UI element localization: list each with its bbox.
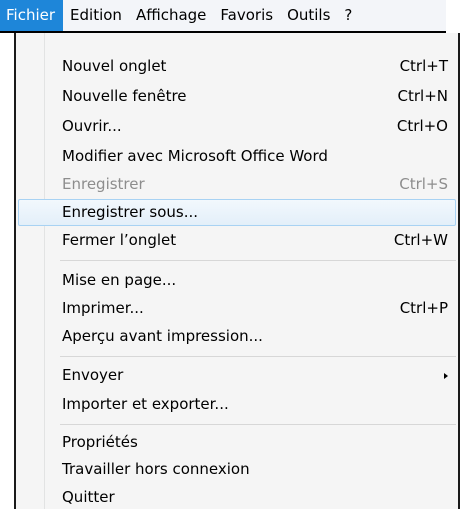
menu-item-importer-exporter[interactable]: Importer et exporter...	[18, 391, 456, 418]
menu-item-shortcut: Ctrl+T	[399, 57, 448, 75]
menu-separator	[60, 356, 456, 357]
menu-item-nouvel-onglet[interactable]: Nouvel onglet Ctrl+T	[18, 53, 456, 80]
menu-item-label: Ouvrir...	[62, 117, 122, 135]
menu-favoris[interactable]: Favoris	[213, 0, 280, 31]
file-menu-dropdown: Nouvel onglet Ctrl+T Nouvelle fenêtre Ct…	[14, 33, 460, 509]
menu-edition[interactable]: Edition	[63, 0, 129, 31]
menu-item-label: Modifier avec Microsoft Office Word	[62, 147, 328, 165]
menu-item-nouvelle-fenetre[interactable]: Nouvelle fenêtre Ctrl+N	[18, 83, 456, 110]
menu-item-label: Travailler hors connexion	[62, 460, 250, 478]
menu-outils[interactable]: Outils	[280, 0, 337, 31]
menu-item-ouvrir[interactable]: Ouvrir... Ctrl+O	[18, 113, 456, 140]
menu-item-label: Importer et exporter...	[62, 395, 229, 413]
menu-item-label: Mise en page...	[62, 271, 177, 289]
menu-item-fermer-onglet[interactable]: Fermer l’onglet Ctrl+W	[18, 227, 456, 254]
menu-item-label: Enregistrer	[62, 175, 145, 193]
submenu-arrow-icon	[444, 373, 448, 379]
menu-help[interactable]: ?	[337, 0, 359, 31]
menu-affichage[interactable]: Affichage	[129, 0, 213, 31]
menu-item-shortcut: Ctrl+N	[397, 87, 448, 105]
menu-item-quitter[interactable]: Quitter	[18, 484, 456, 511]
menu-item-envoyer[interactable]: Envoyer	[18, 362, 456, 389]
menu-item-label: Nouvel onglet	[62, 57, 167, 75]
menu-item-label: Envoyer	[62, 366, 124, 384]
menu-item-shortcut: Ctrl+W	[393, 231, 448, 249]
menu-fichier[interactable]: Fichier	[0, 0, 64, 31]
menu-item-mise-en-page[interactable]: Mise en page...	[18, 267, 456, 294]
menu-item-modifier-avec-word[interactable]: Modifier avec Microsoft Office Word	[18, 143, 456, 170]
menu-item-imprimer[interactable]: Imprimer... Ctrl+P	[18, 295, 456, 322]
menu-item-label: Fermer l’onglet	[62, 231, 177, 249]
menu-separator	[60, 424, 456, 425]
menu-item-shortcut: Ctrl+O	[396, 117, 448, 135]
menu-item-proprietes[interactable]: Propriétés	[18, 429, 456, 456]
menu-separator	[60, 260, 456, 261]
menu-item-enregistrer-sous[interactable]: Enregistrer sous...	[18, 199, 456, 226]
menu-bar-edge	[446, 0, 461, 33]
menu-bar: Fichier Edition Affichage Favoris Outils…	[0, 0, 461, 33]
menu-item-label: Imprimer...	[62, 299, 144, 317]
menu-item-label: Quitter	[62, 488, 115, 506]
menu-item-enregistrer[interactable]: Enregistrer Ctrl+S	[18, 171, 456, 198]
menu-item-travailler-hors-connexion[interactable]: Travailler hors connexion	[18, 456, 456, 483]
menu-item-apercu-avant-impression[interactable]: Aperçu avant impression...	[18, 323, 456, 350]
menu-item-shortcut: Ctrl+P	[399, 299, 448, 317]
menu-item-label: Propriétés	[62, 433, 138, 451]
menu-item-shortcut: Ctrl+S	[399, 175, 448, 193]
menu-item-label: Nouvelle fenêtre	[62, 87, 187, 105]
menu-bar-inner: Fichier Edition Affichage Favoris Outils…	[0, 0, 446, 33]
menu-item-label: Enregistrer sous...	[62, 203, 199, 221]
menu-item-label: Aperçu avant impression...	[62, 327, 263, 345]
